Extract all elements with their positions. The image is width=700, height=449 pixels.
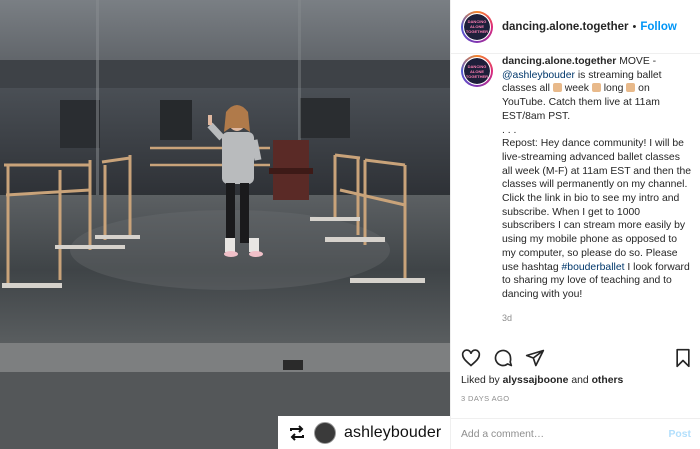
caption-long: long [600,83,627,95]
post-image[interactable]: ashleybouder [0,0,450,449]
clapping-hands-icon [552,83,562,93]
post-date[interactable]: 3 DAYS AGO [461,394,509,403]
post-sidebar: DANCING ALONE TOGETHER dancing.alone.tog… [450,0,700,449]
caption-avatar[interactable]: DANCING ALONE TOGETHER [461,55,493,87]
caption-username[interactable]: dancing.alone.together [502,56,616,67]
caption-intro: MOVE - [616,56,657,67]
post-comment-button[interactable]: Post [668,429,691,440]
comment-input[interactable] [461,428,669,440]
share-icon[interactable] [525,348,545,368]
follow-button[interactable]: Follow [640,21,676,33]
repost-icon [290,424,304,441]
clapping-hands-icon [626,83,636,93]
add-comment-bar: Post [451,418,700,449]
likes-prefix: Liked by [461,375,503,386]
hashtag-link[interactable]: #bouderballet [562,262,625,273]
caption-timestamp[interactable]: 3d [502,312,692,326]
heart-icon[interactable] [461,348,481,368]
likes-summary: Liked by alyssajboone and others [461,375,623,386]
header-username[interactable]: dancing.alone.together [502,21,629,33]
caption-text: dancing.alone.together MOVE - @ashleybou… [502,55,692,325]
action-bar [461,344,693,372]
logo-text-3: TOGETHER [465,29,489,34]
caption: DANCING ALONE TOGETHER dancing.alone.tog… [461,55,693,325]
caption-repost: Repost: Hey dance community! I will be l… [502,138,692,273]
liked-by-others[interactable]: others [592,375,624,386]
repost-avatar [314,421,336,444]
comment-icon[interactable] [493,348,513,368]
account-logo: DANCING ALONE TOGETHER [464,13,490,40]
caption-ellipsis: . . . [502,124,517,136]
liked-by-user[interactable]: alyssajboone [503,375,569,386]
logo-text-3: TOGETHER [465,73,489,79]
dance-studio-photo [0,0,450,449]
comments-section[interactable]: DANCING ALONE TOGETHER dancing.alone.tog… [451,55,700,340]
clapping-hands-icon [591,83,601,93]
header-separator: • [632,20,637,33]
bookmark-icon[interactable] [673,348,693,368]
repost-username: ashleybouder [344,423,442,441]
post-header: DANCING ALONE TOGETHER dancing.alone.tog… [451,0,700,54]
mention-link[interactable]: @ashleybouder [502,70,575,81]
account-logo: DANCING ALONE TOGETHER [464,58,490,84]
likes-and: and [568,375,592,386]
avatar[interactable]: DANCING ALONE TOGETHER [461,10,493,43]
repost-attribution[interactable]: ashleybouder [278,416,450,449]
caption-week: week [561,83,592,95]
